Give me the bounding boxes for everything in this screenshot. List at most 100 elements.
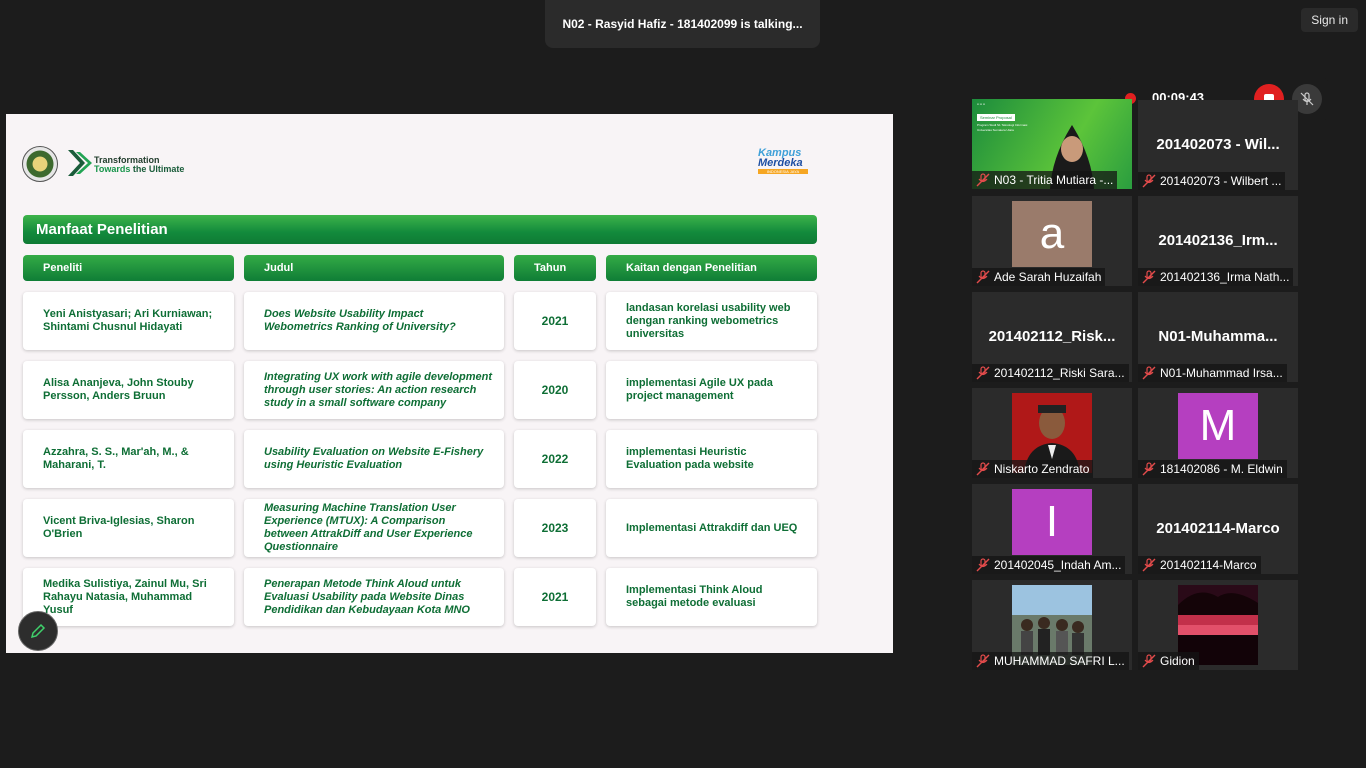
university-seal-logo <box>22 146 58 182</box>
participant-avatar: I <box>1012 489 1092 555</box>
mic-muted-icon <box>1142 462 1156 476</box>
participant-display-name: 201402112_Risk... <box>988 328 1116 345</box>
mic-off-icon <box>1300 92 1314 106</box>
logo-line-2a: Towards <box>94 164 131 174</box>
indonesia-jaya-text: INDONESIA JAYA <box>758 169 808 174</box>
participant-name: N03 - Tritia Mutiara -... <box>994 173 1114 187</box>
participant-tile[interactable]: Niskarto Zendrato <box>972 388 1132 478</box>
participant-name-label: 201402114-Marco <box>1138 556 1261 574</box>
kampus-merdeka-logo: Kampus Merdeka INDONESIA JAYA <box>758 148 812 178</box>
pen-icon <box>30 623 46 639</box>
mic-muted-icon <box>976 558 990 572</box>
mic-muted-icon <box>976 270 990 284</box>
participant-name: 181402086 - M. Eldwin <box>1160 462 1283 476</box>
participant-name: MUHAMMAD SAFRI L... <box>994 654 1125 668</box>
cell-peneliti: Vicent Briva-Iglesias, Sharon O'Brien <box>23 499 234 557</box>
mic-muted-icon <box>976 366 990 380</box>
participant-tile[interactable]: MUHAMMAD SAFRI L... <box>972 580 1132 670</box>
cell-tahun: 2022 <box>514 430 596 488</box>
merdeka-text: Merdeka <box>758 157 803 169</box>
annotate-pen-button[interactable] <box>18 611 58 651</box>
participant-tile[interactable]: I 201402045_Indah Am... <box>972 484 1132 574</box>
participant-tile[interactable]: Gidion <box>1138 580 1298 670</box>
participant-tile[interactable]: ▪▪ ▪▪ ▪▪ Seminar Proposal Program Studi … <box>972 99 1132 189</box>
cell-kaitan: implementasi Heuristic Evaluation pada w… <box>606 430 817 488</box>
seminar-label: Seminar Proposal <box>977 114 1015 121</box>
cell-kaitan: Implementasi Think Aloud sebagai metode … <box>606 568 817 626</box>
cell-peneliti: Yeni Anistyasari; Ari Kurniawan; Shintam… <box>23 292 234 350</box>
participant-name-label: Gidion <box>1138 652 1199 670</box>
col-head-tahun: Tahun <box>514 255 596 281</box>
mic-muted-icon <box>1142 366 1156 380</box>
col-head-judul: Judul <box>244 255 504 281</box>
mic-muted-icon <box>1142 654 1156 668</box>
participant-name: 201402114-Marco <box>1160 558 1257 572</box>
participant-name-label: N03 - Tritia Mutiara -... <box>972 171 1118 189</box>
cell-peneliti: Azzahra, S. S., Mar'ah, M., & Maharani, … <box>23 430 234 488</box>
prodi-text: Program Studi S1 Teknologi Informasi <box>977 123 1028 127</box>
transformation-logo: Transformation Towards the Ultimate <box>66 148 196 180</box>
cell-tahun: 2020 <box>514 361 596 419</box>
cell-judul: Measuring Machine Translation User Exper… <box>244 499 504 557</box>
cell-kaitan: landasan korelasi usability web dengan r… <box>606 292 817 350</box>
shared-slide: Transformation Towards the Ultimate Kamp… <box>6 114 893 653</box>
col-head-kaitan: Kaitan dengan Penelitian <box>606 255 817 281</box>
participant-tile[interactable]: 201402073 - Wil... 201402073 - Wilbert .… <box>1138 100 1298 190</box>
talking-banner: N02 - Rasyid Hafiz - 181402099 is talkin… <box>545 0 820 48</box>
participant-tile[interactable]: M 181402086 - M. Eldwin <box>1138 388 1298 478</box>
univ-text: Universitas Sumatera Utara <box>977 128 1014 132</box>
video-header: ▪▪ ▪▪ ▪▪ <box>977 102 986 106</box>
cell-tahun: 2023 <box>514 499 596 557</box>
mic-muted-icon <box>1142 270 1156 284</box>
participant-name: 201402045_Indah Am... <box>994 558 1122 572</box>
participant-name: Niskarto Zendrato <box>994 462 1090 476</box>
transformation-mark-icon <box>68 150 92 176</box>
participant-name-label: Ade Sarah Huzaifah <box>972 268 1106 286</box>
mic-muted-icon <box>976 173 990 187</box>
cell-judul: Usability Evaluation on Website E-Fisher… <box>244 430 504 488</box>
cell-tahun: 2021 <box>514 292 596 350</box>
mic-muted-icon <box>976 654 990 668</box>
participant-tile[interactable]: a Ade Sarah Huzaifah <box>972 196 1132 286</box>
cell-judul: Does Website Usability Impact Webometric… <box>244 292 504 350</box>
mic-muted-icon <box>1142 558 1156 572</box>
participant-name-label: MUHAMMAD SAFRI L... <box>972 652 1129 670</box>
mic-muted-icon <box>1142 174 1156 188</box>
participant-name-label: 201402073 - Wilbert ... <box>1138 172 1286 190</box>
participant-name-label: 201402112_Riski Sara... <box>972 364 1129 382</box>
cell-tahun: 2021 <box>514 568 596 626</box>
participant-display-name: 201402073 - Wil... <box>1156 136 1280 153</box>
logo-line-2b: the Ultimate <box>132 164 185 174</box>
participant-name: 201402136_Irma Nath... <box>1160 270 1290 284</box>
cell-judul: Integrating UX work with agile developme… <box>244 361 504 419</box>
participant-name-label: Niskarto Zendrato <box>972 460 1094 478</box>
participant-avatar: M <box>1178 393 1258 459</box>
participant-tile[interactable]: 201402136_Irm... 201402136_Irma Nath... <box>1138 196 1298 286</box>
participant-tile[interactable]: N01-Muhamma... N01-Muhammad Irsa... <box>1138 292 1298 382</box>
participant-name-label: N01-Muhammad Irsa... <box>1138 364 1287 382</box>
participant-tile[interactable]: 201402112_Risk... 201402112_Riski Sara..… <box>972 292 1132 382</box>
participant-name-label: 201402136_Irma Nath... <box>1138 268 1294 286</box>
participant-name: Ade Sarah Huzaifah <box>994 270 1102 284</box>
cell-kaitan: Implementasi Attrakdiff dan UEQ <box>606 499 817 557</box>
cell-judul: Penerapan Metode Think Aloud untuk Evalu… <box>244 568 504 626</box>
participant-name: N01-Muhammad Irsa... <box>1160 366 1283 380</box>
participant-name: Gidion <box>1160 654 1195 668</box>
participant-display-name: N01-Muhamma... <box>1158 328 1278 345</box>
mic-muted-icon <box>976 462 990 476</box>
participant-name: 201402112_Riski Sara... <box>994 366 1125 380</box>
participant-tile[interactable]: 201402114-Marco 201402114-Marco <box>1138 484 1298 574</box>
participant-name: 201402073 - Wilbert ... <box>1160 174 1282 188</box>
participant-name-label: 181402086 - M. Eldwin <box>1138 460 1287 478</box>
participant-avatar: a <box>1012 201 1092 267</box>
participant-display-name: 201402114-Marco <box>1156 520 1280 537</box>
slide-title: Manfaat Penelitian <box>23 215 817 244</box>
participant-display-name: 201402136_Irm... <box>1158 232 1278 249</box>
participant-name-label: 201402045_Indah Am... <box>972 556 1126 574</box>
cell-kaitan: implementasi Agile UX pada project manag… <box>606 361 817 419</box>
cell-peneliti: Medika Sulistiya, Zainul Mu, Sri Rahayu … <box>23 568 234 626</box>
col-head-peneliti: Peneliti <box>23 255 234 281</box>
transformation-text: Transformation Towards the Ultimate <box>94 156 184 174</box>
cell-peneliti: Alisa Ananjeva, John Stouby Persson, And… <box>23 361 234 419</box>
sign-in-button[interactable]: Sign in <box>1301 8 1358 32</box>
